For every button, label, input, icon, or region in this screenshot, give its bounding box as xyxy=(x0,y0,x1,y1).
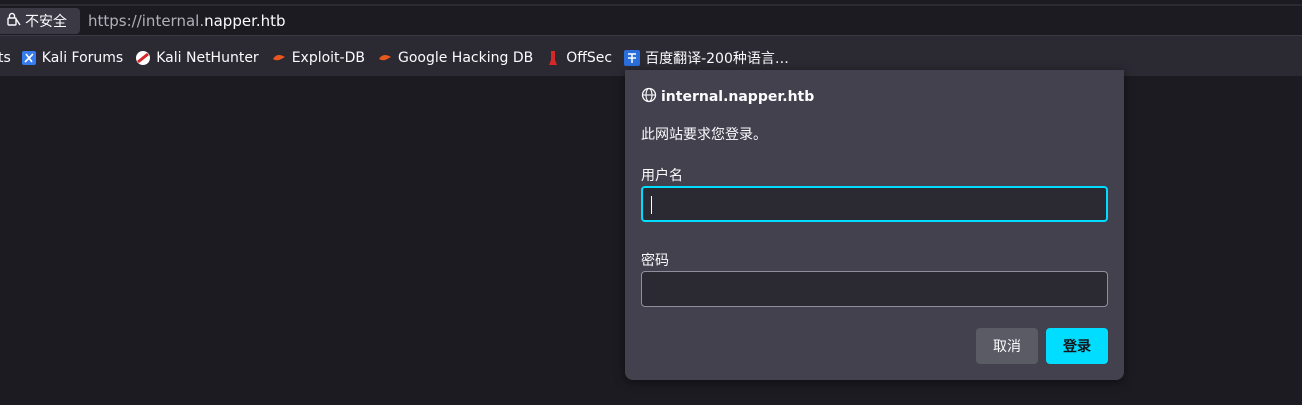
bookmark-label: Google Hacking DB xyxy=(397,50,534,66)
username-field[interactable] xyxy=(641,186,1108,222)
url-text[interactable]: https://internal.napper.htb xyxy=(88,12,286,30)
bookmark-label: Exploit-DB xyxy=(291,50,365,66)
globe-icon xyxy=(641,87,657,107)
cancel-button[interactable]: 取消 xyxy=(976,328,1038,364)
exploit-db-icon xyxy=(271,50,287,66)
not-secure-badge[interactable]: 不安全 xyxy=(0,8,80,34)
bookmark-kali-forums[interactable]: Kali Forums xyxy=(21,50,123,66)
username-label: 用户名 xyxy=(641,168,683,184)
bookmark-truncated[interactable]: ts xyxy=(0,50,11,66)
bookmark-label: Kali NetHunter xyxy=(156,50,259,66)
url-bar[interactable]: 不安全 https://internal.napper.htb xyxy=(0,6,1302,36)
kali-forums-icon xyxy=(21,50,37,66)
bookmark-label: OffSec xyxy=(566,50,613,66)
toolbar-top-edge xyxy=(0,0,1302,4)
bookmark-google-hacking-db[interactable]: Google Hacking DB xyxy=(377,50,533,66)
bookmark-label: Kali Forums xyxy=(41,50,124,66)
bookmark-offsec[interactable]: OffSec xyxy=(545,50,612,66)
navigation-toolbar: 不安全 https://internal.napper.htb xyxy=(0,0,1302,40)
dialog-message: 此网站要求您登录。 xyxy=(641,127,767,143)
bookmark-label: 百度翻译-200种语言… xyxy=(645,51,789,67)
password-field[interactable] xyxy=(641,271,1108,307)
text-caret xyxy=(651,196,652,214)
login-button[interactable]: 登录 xyxy=(1046,328,1108,364)
offsec-icon xyxy=(545,50,561,66)
kali-nethunter-icon xyxy=(135,50,151,66)
bookmark-kali-nethunter[interactable]: Kali NetHunter xyxy=(135,50,259,66)
bookmark-exploit-db[interactable]: Exploit-DB xyxy=(271,50,365,66)
baidu-translate-icon xyxy=(624,50,641,66)
password-label: 密码 xyxy=(641,253,669,269)
insecure-lock-icon xyxy=(5,11,21,31)
dialog-header: internal.napper.htb xyxy=(641,87,814,107)
not-secure-label: 不安全 xyxy=(25,14,67,30)
login-dialog: internal.napper.htb 此网站要求您登录。 用户名 密码 取消 … xyxy=(625,70,1124,380)
bookmark-baidu-translate[interactable]: 百度翻译-200种语言… xyxy=(624,48,789,68)
dialog-site: internal.napper.htb xyxy=(661,89,815,105)
google-hacking-db-icon xyxy=(377,50,393,66)
url-host: napper.htb xyxy=(204,12,286,30)
bookmark-label: ts xyxy=(0,50,11,66)
url-prefix: https://internal. xyxy=(88,12,205,30)
